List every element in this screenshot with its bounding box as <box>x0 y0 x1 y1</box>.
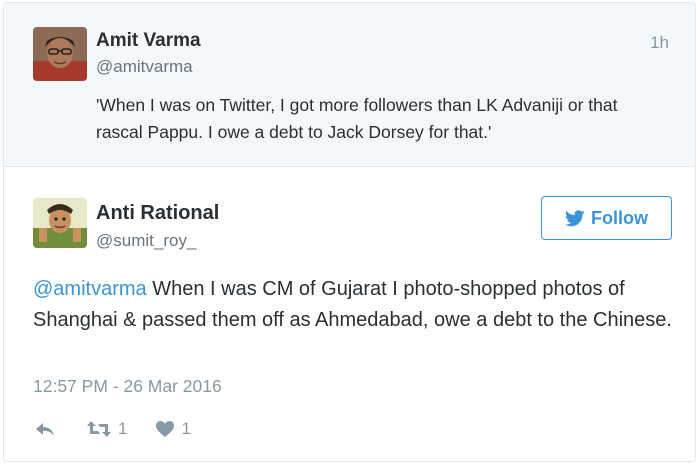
author-name[interactable]: Amit Varma <box>96 30 201 52</box>
bird-icon <box>565 209 585 227</box>
avatar[interactable] <box>33 27 87 81</box>
heart-icon <box>155 420 175 438</box>
retweet-button[interactable]: 1 <box>86 419 127 439</box>
tweet-actions: 1 1 <box>34 417 191 441</box>
author-name[interactable]: Anti Rational <box>96 202 219 225</box>
retweet-count: 1 <box>118 419 128 438</box>
tweet-timestamp[interactable]: 12:57 PM - 26 Mar 2016 <box>33 376 222 397</box>
mention-link[interactable]: @amitvarma <box>33 278 147 300</box>
author-handle[interactable]: @amitvarma <box>96 57 193 77</box>
like-button[interactable]: 1 <box>155 419 191 439</box>
follow-label: Follow <box>591 207 648 228</box>
reply-icon <box>34 420 56 438</box>
parent-tweet[interactable]: Amit Varma @amitvarma 1h 'When I was on … <box>4 3 695 167</box>
reply-button[interactable] <box>34 420 56 438</box>
retweet-icon <box>86 420 112 438</box>
tweet-time[interactable]: 1h <box>650 33 669 53</box>
tweet-text: @amitvarma When I was CM of Gujarat I ph… <box>33 274 678 336</box>
like-count: 1 <box>181 419 191 438</box>
tweet-text: 'When I was on Twitter, I got more follo… <box>96 95 618 142</box>
avatar[interactable] <box>33 198 87 248</box>
tweet-embed: Amit Varma @amitvarma 1h 'When I was on … <box>3 2 696 462</box>
follow-button[interactable]: Follow <box>541 196 672 240</box>
author-handle[interactable]: @sumit_roy_ <box>96 231 196 251</box>
